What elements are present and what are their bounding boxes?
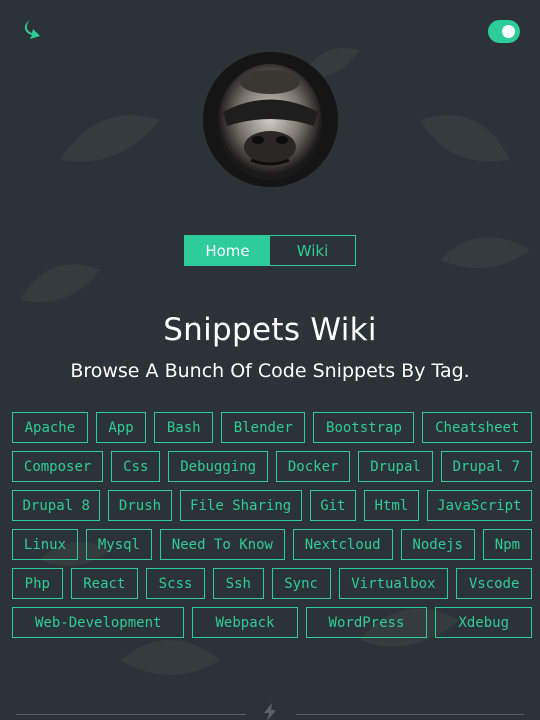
tag-button[interactable]: Xdebug [435, 607, 533, 638]
tag-button[interactable]: Npm [482, 529, 532, 560]
tag-button[interactable]: Drush [108, 490, 172, 521]
avatar [203, 52, 338, 187]
tag-button[interactable]: Need To Know [159, 529, 285, 560]
tag-button[interactable]: Css [111, 451, 161, 482]
theme-toggle[interactable] [488, 20, 520, 43]
tag-button[interactable]: Drupal [358, 451, 433, 482]
page-title: Snippets Wiki [163, 312, 377, 348]
tag-button[interactable]: Php [12, 568, 63, 599]
page-subtitle: Browse A Bunch Of Code Snippets By Tag. [70, 360, 470, 382]
tag-button[interactable]: Bootstrap [313, 412, 415, 443]
tag-button[interactable]: Composer [12, 451, 104, 482]
tag-button[interactable]: Sync [271, 568, 331, 599]
tag-list: Apache App Bash Blender Bootstrap Cheatsheet C… [12, 412, 533, 638]
footer-divider-left [16, 714, 246, 715]
lightning-bolt-icon [261, 703, 279, 720]
tag-button[interactable]: Git [309, 490, 356, 521]
logo-icon[interactable] [22, 18, 46, 42]
tag-button[interactable]: Mysql [85, 529, 152, 560]
footer-divider-right [296, 714, 524, 715]
tag-button[interactable]: Drupal 8 [12, 490, 101, 521]
tag-button[interactable]: Nodejs [400, 529, 475, 560]
tag-button[interactable]: Apache [12, 412, 88, 443]
nav-wiki-button[interactable]: Wiki [270, 236, 355, 265]
tag-button[interactable]: Scss [146, 568, 206, 599]
tag-button[interactable]: Linux [12, 529, 78, 560]
tag-button[interactable]: Docker [275, 451, 351, 482]
tag-button[interactable]: Ssh [213, 568, 264, 599]
tag-button[interactable]: Webpack [192, 607, 298, 638]
nav-home-button[interactable]: Home [185, 236, 270, 265]
tag-button[interactable]: Nextcloud [292, 529, 393, 560]
tag-button[interactable]: WordPress [305, 607, 428, 638]
tag-button[interactable]: Debugging [168, 451, 268, 482]
tag-button[interactable]: JavaScript [426, 490, 532, 521]
main-nav: Home Wiki [184, 235, 356, 266]
tag-button[interactable]: Vscode [456, 568, 533, 599]
tag-button[interactable]: React [70, 568, 139, 599]
tag-button[interactable]: Blender [221, 412, 306, 443]
tag-button[interactable]: Html [363, 490, 419, 521]
tag-button[interactable]: App [95, 412, 147, 443]
tag-button[interactable]: Web-Development [12, 607, 185, 638]
tag-button[interactable]: Cheatsheet [422, 412, 532, 443]
tag-button[interactable]: File Sharing [179, 490, 302, 521]
tag-button[interactable]: Virtualbox [338, 568, 449, 599]
tag-button[interactable]: Drupal 7 [440, 451, 532, 482]
tag-button[interactable]: Bash [154, 412, 214, 443]
toggle-knob-icon [502, 25, 515, 38]
